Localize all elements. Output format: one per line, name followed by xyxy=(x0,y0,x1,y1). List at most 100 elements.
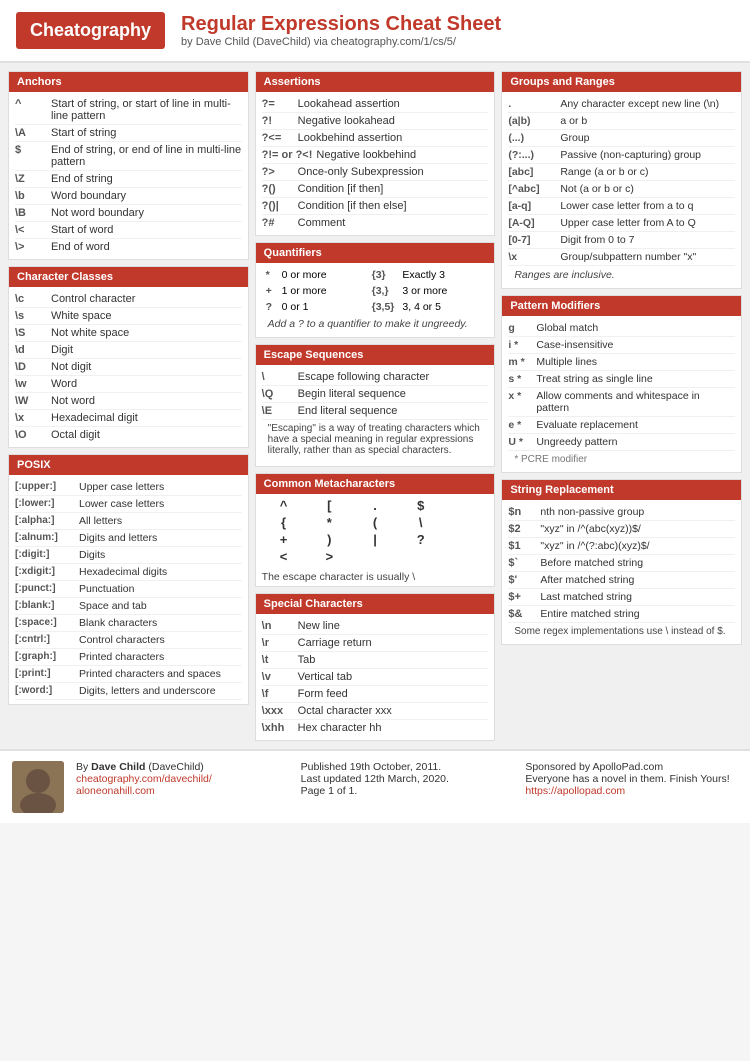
posix-key: [:print:] xyxy=(15,668,79,680)
table-row: [:digit:] Digits xyxy=(15,547,242,564)
table-row: $ End of string, or end of line in multi… xyxy=(15,142,242,171)
cc-val: Not digit xyxy=(51,361,242,373)
table-row: [:print:] Printed characters and spaces xyxy=(15,666,242,683)
table-row: m * Multiple lines xyxy=(508,354,735,371)
metacharacters-grid: ^ [ . $ { * ( \ + ) | ? < > xyxy=(256,494,495,568)
gr-val: Lower case letter from a to q xyxy=(560,200,693,212)
table-row: [a-q] Lower case letter from a to q xyxy=(508,198,735,215)
table-row: $' After matched string xyxy=(508,572,735,589)
gr-key: (?:...) xyxy=(508,149,560,161)
table-row: \S Not white space xyxy=(15,325,242,342)
sc-key: \n xyxy=(262,620,298,632)
character-classes-section: Character Classes \c Control character \… xyxy=(8,266,249,448)
anchor-key: \A xyxy=(15,127,51,139)
assertion-val: Negative lookbehind xyxy=(316,149,488,161)
posix-key: [:xdigit:] xyxy=(15,566,79,578)
pm-key: s * xyxy=(508,373,536,385)
pm-key: m * xyxy=(508,356,536,368)
groups-ranges-body: . Any character except new line (\n) (a|… xyxy=(502,92,741,288)
meta-char xyxy=(353,549,397,564)
table-row: [:graph:] Printed characters xyxy=(15,649,242,666)
table-row: \A Start of string xyxy=(15,125,242,142)
gr-val: Digit from 0 to 7 xyxy=(560,234,634,246)
pm-val: Global match xyxy=(536,322,598,334)
escape-sequences-section: Escape Sequences \ Escape following char… xyxy=(255,344,496,467)
column-1: Anchors ^ Start of string, or start of l… xyxy=(8,71,249,741)
quant-desc2: Exactly 3 xyxy=(398,267,488,283)
table-row: \E End literal sequence xyxy=(262,403,489,420)
posix-key: [:word:] xyxy=(15,685,79,697)
footer-sponsor-section: Sponsored by ApolloPad.com Everyone has … xyxy=(525,761,738,797)
footer-page: Page 1 of 1. xyxy=(301,785,514,797)
meta-char: | xyxy=(353,532,397,547)
special-characters-section: Special Characters \n New line \r Carria… xyxy=(255,593,496,741)
esc-key: \Q xyxy=(262,388,298,400)
posix-val: Printed characters and spaces xyxy=(79,668,221,680)
posix-val: Control characters xyxy=(79,634,165,646)
sr-val: Entire matched string xyxy=(540,608,639,620)
column-2: Assertions ?= Lookahead assertion ?! Neg… xyxy=(255,71,496,741)
table-row: e * Evaluate replacement xyxy=(508,417,735,434)
table-row: \D Not digit xyxy=(15,359,242,376)
cc-val: Control character xyxy=(51,293,242,305)
footer-link-2[interactable]: aloneonahill.com xyxy=(76,785,155,797)
cc-key: \c xyxy=(15,293,51,305)
posix-section: POSIX [:upper:] Upper case letters [:low… xyxy=(8,454,249,705)
footer-link-1[interactable]: cheatography.com/davechild/ xyxy=(76,773,212,785)
assertions-header: Assertions xyxy=(256,72,495,92)
gr-key: [abc] xyxy=(508,166,560,178)
table-row: [:alpha:] All letters xyxy=(15,513,242,530)
meta-char: [ xyxy=(307,498,351,513)
anchors-header: Anchors xyxy=(9,72,248,92)
pm-val: Allow comments and whitespace in pattern xyxy=(536,390,735,414)
pm-key: g xyxy=(508,322,536,334)
quant-desc2: 3, 4 or 5 xyxy=(398,299,488,315)
footer-author-handle: (DaveChild) xyxy=(148,761,203,773)
anchor-key: \B xyxy=(15,207,51,219)
assertions-body: ?= Lookahead assertion ?! Negative looka… xyxy=(256,92,495,235)
pm-key: U * xyxy=(508,436,536,448)
meta-char xyxy=(445,532,489,547)
assertion-key: ?()| xyxy=(262,200,298,212)
character-classes-body: \c Control character \s White space \S N… xyxy=(9,287,248,447)
cc-key: \d xyxy=(15,344,51,356)
assertion-key: ?! xyxy=(262,115,298,127)
sc-key: \xxx xyxy=(262,705,298,717)
table-row: \b Word boundary xyxy=(15,188,242,205)
sr-key: $n xyxy=(508,506,540,518)
table-row: [:blank:] Space and tab xyxy=(15,598,242,615)
table-row: [abc] Range (a or b or c) xyxy=(508,164,735,181)
assertion-val: Lookahead assertion xyxy=(298,98,489,110)
table-row: . Any character except new line (\n) xyxy=(508,96,735,113)
meta-char: $ xyxy=(399,498,443,513)
table-row: ?> Once-only Subexpression xyxy=(262,164,489,181)
table-row: $` Before matched string xyxy=(508,555,735,572)
quantifiers-body: * 0 or more {3} Exactly 3 + 1 or more {3… xyxy=(256,263,495,337)
table-row: \s White space xyxy=(15,308,242,325)
quant-sym2: {3,} xyxy=(368,283,399,299)
table-row: [A-Q] Upper case letter from A to Q xyxy=(508,215,735,232)
table-row: \B Not word boundary xyxy=(15,205,242,222)
posix-val: Digits and letters xyxy=(79,532,157,544)
sr-val: nth non-passive group xyxy=(540,506,644,518)
posix-val: Printed characters xyxy=(79,651,164,663)
metacharacters-note: The escape character is usually \ xyxy=(256,568,495,586)
meta-char: * xyxy=(307,515,351,530)
sc-val: Tab xyxy=(298,654,489,666)
quant-sym2: {3,5} xyxy=(368,299,399,315)
table-row: \O Octal digit xyxy=(15,427,242,443)
table-row: \c Control character xyxy=(15,291,242,308)
cc-val: Not white space xyxy=(51,327,242,339)
pattern-modifiers-header: Pattern Modifiers xyxy=(502,296,741,316)
table-row: ?# Comment xyxy=(262,215,489,231)
sr-key: $2 xyxy=(508,523,540,535)
table-row: (a|b) a or b xyxy=(508,113,735,130)
quant-sym2: {3} xyxy=(368,267,399,283)
table-row: \xhh Hex character hh xyxy=(262,720,489,736)
footer-sponsor-link[interactable]: https://apollopad.com xyxy=(525,785,625,797)
meta-char xyxy=(445,549,489,564)
meta-char: ^ xyxy=(262,498,306,513)
table-row: [:lower:] Lower case letters xyxy=(15,496,242,513)
quant-desc2: 3 or more xyxy=(398,283,488,299)
meta-char: ) xyxy=(307,532,351,547)
